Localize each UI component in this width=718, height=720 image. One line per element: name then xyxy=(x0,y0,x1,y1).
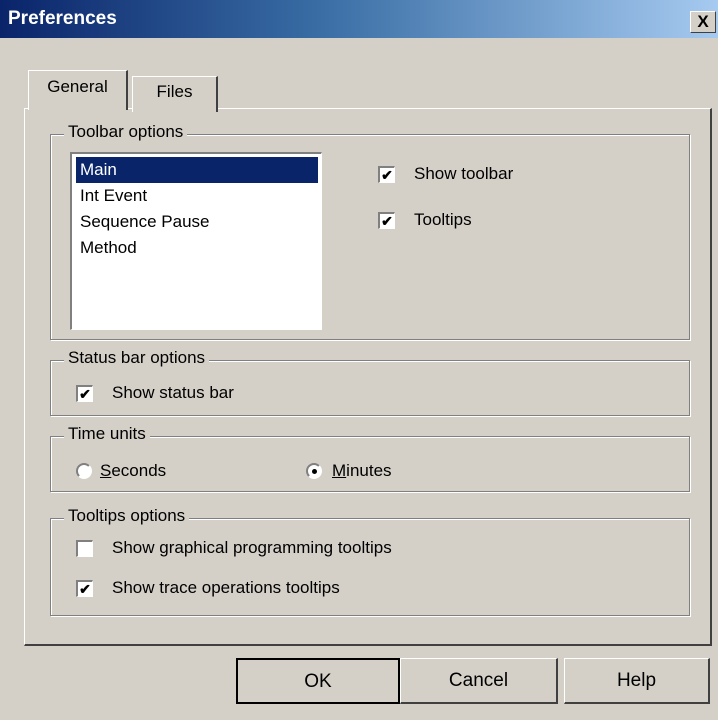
show-toolbar-checkbox[interactable]: ✔ xyxy=(378,166,395,183)
seconds-radio[interactable] xyxy=(76,463,92,479)
minutes-label: Minutes xyxy=(332,460,392,482)
toolbar-listbox[interactable]: Main Int Event Sequence Pause Method xyxy=(70,152,322,330)
checkmark-icon: ✔ xyxy=(381,213,393,229)
trace-tooltips-label: Show trace operations tooltips xyxy=(112,578,340,597)
window-title: Preferences xyxy=(8,8,117,29)
seconds-mnemonic: S xyxy=(100,461,112,480)
tooltips-checkbox[interactable]: ✔ xyxy=(378,212,395,229)
close-button[interactable]: X xyxy=(690,11,716,33)
tooltips-label: Tooltips xyxy=(414,210,472,229)
time-units-legend: Time units xyxy=(64,424,150,444)
minutes-label-rest: inutes xyxy=(346,461,392,480)
list-item[interactable]: Main xyxy=(76,157,318,183)
checkmark-icon: ✔ xyxy=(79,581,91,597)
seconds-label: Seconds xyxy=(100,460,166,482)
tooltips-options-group xyxy=(50,518,690,616)
graphical-tooltips-label: Show graphical programming tooltips xyxy=(112,538,392,557)
graphical-tooltips-checkbox[interactable] xyxy=(76,540,93,557)
show-status-bar-checkbox[interactable]: ✔ xyxy=(76,385,93,402)
list-item[interactable]: Int Event xyxy=(76,183,318,209)
checkmark-icon: ✔ xyxy=(381,167,393,183)
tab-general-label: General xyxy=(47,77,108,96)
trace-tooltips-checkbox[interactable]: ✔ xyxy=(76,580,93,597)
toolbar-options-legend: Toolbar options xyxy=(64,122,188,142)
close-icon: X xyxy=(697,12,709,31)
list-item[interactable]: Sequence Pause xyxy=(76,209,318,235)
ok-button[interactable]: OK xyxy=(236,658,400,704)
minutes-mnemonic: M xyxy=(332,461,347,480)
tab-files-label: Files xyxy=(156,82,193,101)
status-bar-options-legend: Status bar options xyxy=(64,348,210,368)
tab-files[interactable]: Files xyxy=(132,76,218,112)
tooltips-options-legend: Tooltips options xyxy=(64,506,190,526)
tab-general[interactable]: General xyxy=(28,70,128,110)
show-toolbar-label: Show toolbar xyxy=(414,164,514,183)
cancel-button[interactable]: Cancel xyxy=(400,658,558,704)
checkmark-icon: ✔ xyxy=(79,386,91,402)
seconds-label-rest: econds xyxy=(111,461,167,480)
minutes-radio[interactable] xyxy=(306,463,322,479)
list-item[interactable]: Method xyxy=(76,235,318,261)
help-button[interactable]: Help xyxy=(564,658,710,704)
radio-selected-dot xyxy=(312,469,317,474)
show-status-bar-label: Show status bar xyxy=(112,383,234,402)
